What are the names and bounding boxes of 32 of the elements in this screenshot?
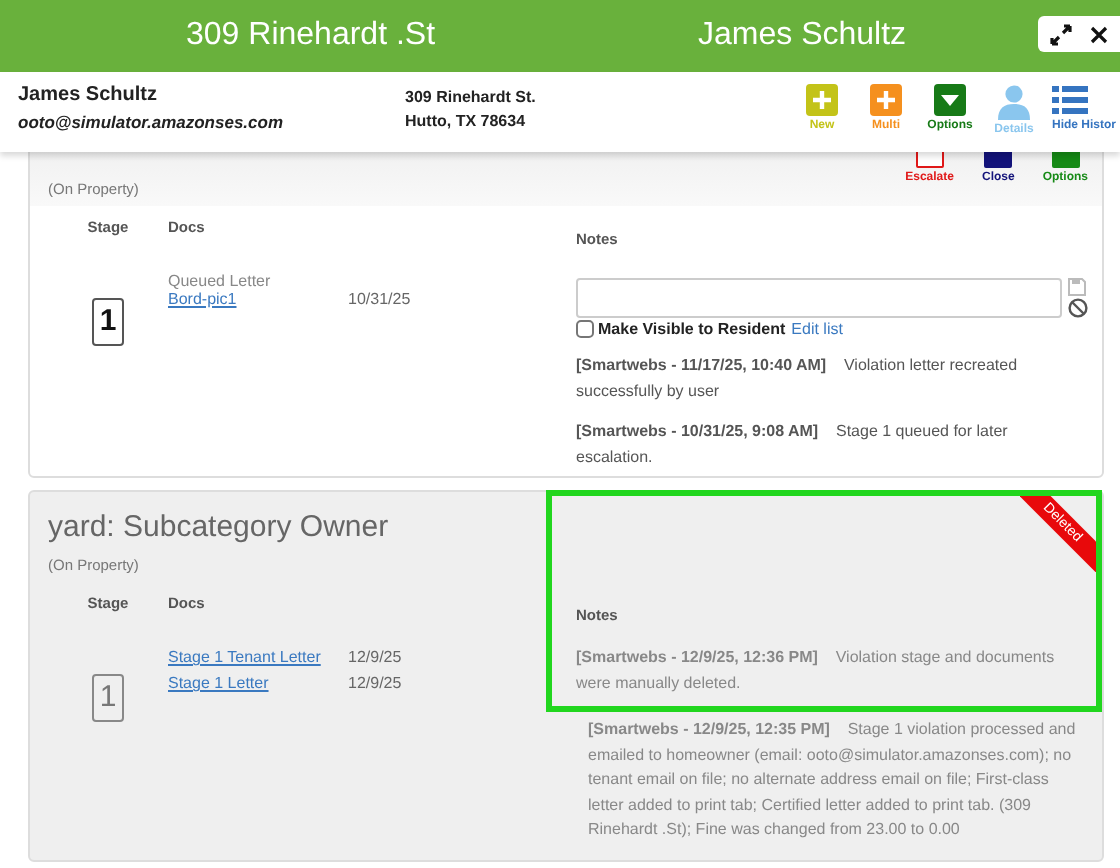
list-icon (1052, 84, 1088, 116)
person-icon (998, 84, 1030, 120)
document-link[interactable]: Bord-pic1 (168, 290, 348, 308)
plus-icon (870, 84, 902, 116)
name-title: James Schultz (698, 18, 907, 54)
address-line: Hutto, TX 78634 (405, 112, 528, 130)
address-title: 309 Rinehardt .St (186, 18, 436, 54)
edit-list-link[interactable]: Edit list (791, 320, 843, 338)
document-date: 10/31/25 (348, 290, 411, 308)
plus-icon (806, 84, 838, 116)
document-date: 12/9/25 (348, 648, 402, 666)
stage-number: 1 (92, 674, 124, 722)
document-date: 12/9/25 (348, 674, 402, 692)
cancel-icon[interactable] (1068, 298, 1088, 318)
dropdown-icon (934, 84, 966, 116)
address-line: 309 Rinehardt St. (405, 88, 538, 106)
note-entry: [Smartwebs - 10/31/25, 9:08 AM] Stage 1 queued for later escalation. (576, 420, 1010, 469)
visible-checkbox[interactable] (576, 320, 594, 338)
document-link[interactable]: Stage 1 Tenant Letter (168, 648, 348, 666)
contact-email: ooto@simulator.amazonses.com (18, 112, 286, 132)
checkbox-label: Make Visible to Resident (598, 320, 786, 338)
doc-status: Queued Letter (168, 272, 273, 290)
note-input[interactable] (576, 278, 1062, 318)
note-entry: [Smartwebs - 11/17/25, 10:40 AM] Violation letter recreated successfully by user (576, 354, 1020, 404)
expand-icon[interactable] (1050, 23, 1073, 45)
stage-number: 1 (92, 298, 124, 346)
contact-name: James Schultz (18, 84, 159, 106)
note-entry: [Smartwebs - 12/9/25, 12:35 PM] Stage 1 violation processed and emailed to homeowner (email: ooto@simulator.amazonses.com); no tenant email on file; no alternate address email on file; First-class letter added to print tab; Certified letter added to print tab. (309 Rinehardt .St); Fine was changed from 23.00 to 0.00 (586, 718, 1078, 842)
violation-title: yard: Subcategory Owner (48, 510, 391, 544)
document-link[interactable]: Stage 1 Letter (168, 674, 348, 692)
note-entry: [Smartwebs - 12/9/25, 12:36 PM] Violation stage and documents were manually deleted. (576, 646, 1057, 696)
close-icon[interactable] (1089, 25, 1108, 43)
